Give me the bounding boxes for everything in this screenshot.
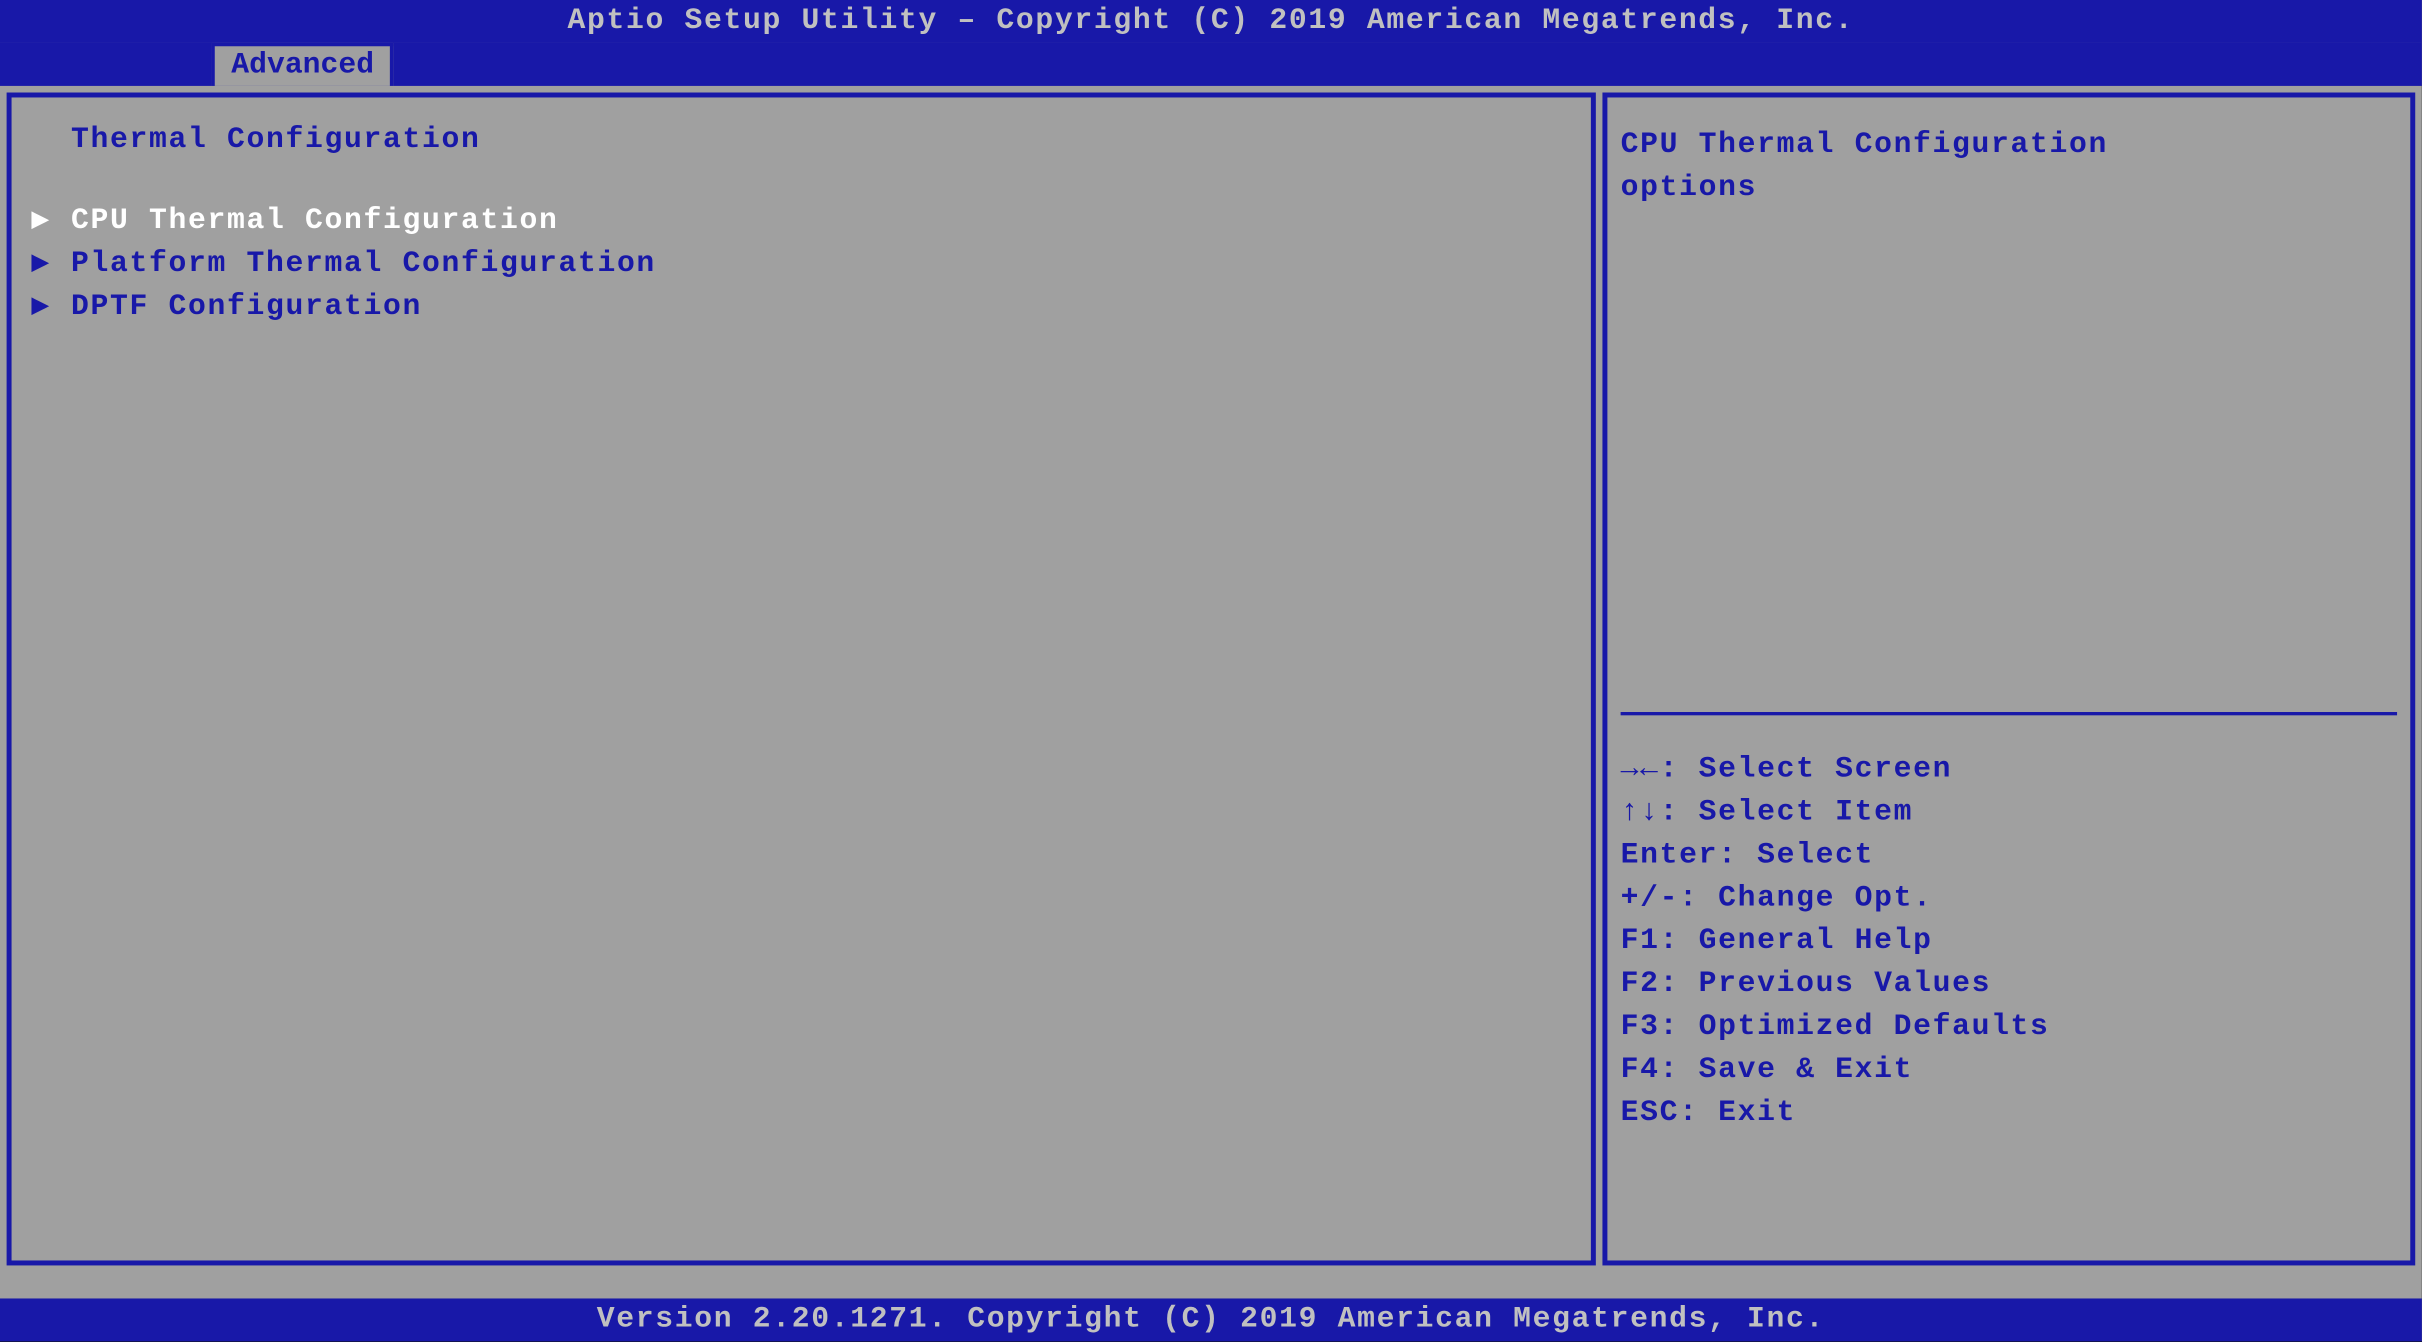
hint-f3: F3: Optimized Defaults	[1621, 1006, 2397, 1049]
help-text-line1: CPU Thermal Configuration	[1621, 124, 2397, 167]
submenu-arrow-icon: ▶	[25, 200, 71, 243]
left-panel: Thermal Configuration ▶ CPU Thermal Conf…	[7, 93, 1596, 1266]
menu-item-platform-thermal[interactable]: ▶ Platform Thermal Configuration	[25, 243, 1578, 286]
tab-bar: Advanced	[0, 43, 2422, 86]
bios-screen: Aptio Setup Utility – Copyright (C) 2019…	[0, 0, 2422, 1341]
submenu-arrow-icon: ▶	[25, 286, 71, 329]
menu-item-cpu-thermal[interactable]: ▶ CPU Thermal Configuration	[25, 200, 1578, 243]
menu-item-label: DPTF Configuration	[71, 286, 422, 329]
hint-f4: F4: Save & Exit	[1621, 1049, 2397, 1092]
footer-bar: Version 2.20.1271. Copyright (C) 2019 Am…	[0, 1298, 2422, 1341]
header-bar: Aptio Setup Utility – Copyright (C) 2019…	[0, 0, 2422, 43]
hint-enter: Enter: Select	[1621, 834, 2397, 877]
hint-f1: F1: General Help	[1621, 920, 2397, 963]
tab-advanced[interactable]: Advanced	[211, 43, 393, 86]
hint-change-opt: +/-: Change Opt.	[1621, 877, 2397, 920]
header-title: Aptio Setup Utility – Copyright (C) 2019…	[568, 5, 1855, 38]
menu-item-dptf[interactable]: ▶ DPTF Configuration	[25, 286, 1578, 329]
right-panel: CPU Thermal Configuration options →←: Se…	[1602, 93, 2415, 1266]
divider	[1621, 712, 2397, 715]
footer-text: Version 2.20.1271. Copyright (C) 2019 Am…	[597, 1303, 1825, 1336]
hint-esc: ESC: Exit	[1621, 1092, 2397, 1135]
main-area: Thermal Configuration ▶ CPU Thermal Conf…	[0, 86, 2422, 1272]
section-title: Thermal Configuration	[25, 124, 1578, 157]
hint-f2: F2: Previous Values	[1621, 963, 2397, 1006]
hint-select-screen: →←: Select Screen	[1621, 748, 2397, 791]
help-text-line2: options	[1621, 167, 2397, 210]
menu-item-label: CPU Thermal Configuration	[71, 200, 558, 243]
hint-select-item: ↑↓: Select Item	[1621, 791, 2397, 834]
menu-item-label: Platform Thermal Configuration	[71, 243, 656, 286]
submenu-arrow-icon: ▶	[25, 243, 71, 286]
